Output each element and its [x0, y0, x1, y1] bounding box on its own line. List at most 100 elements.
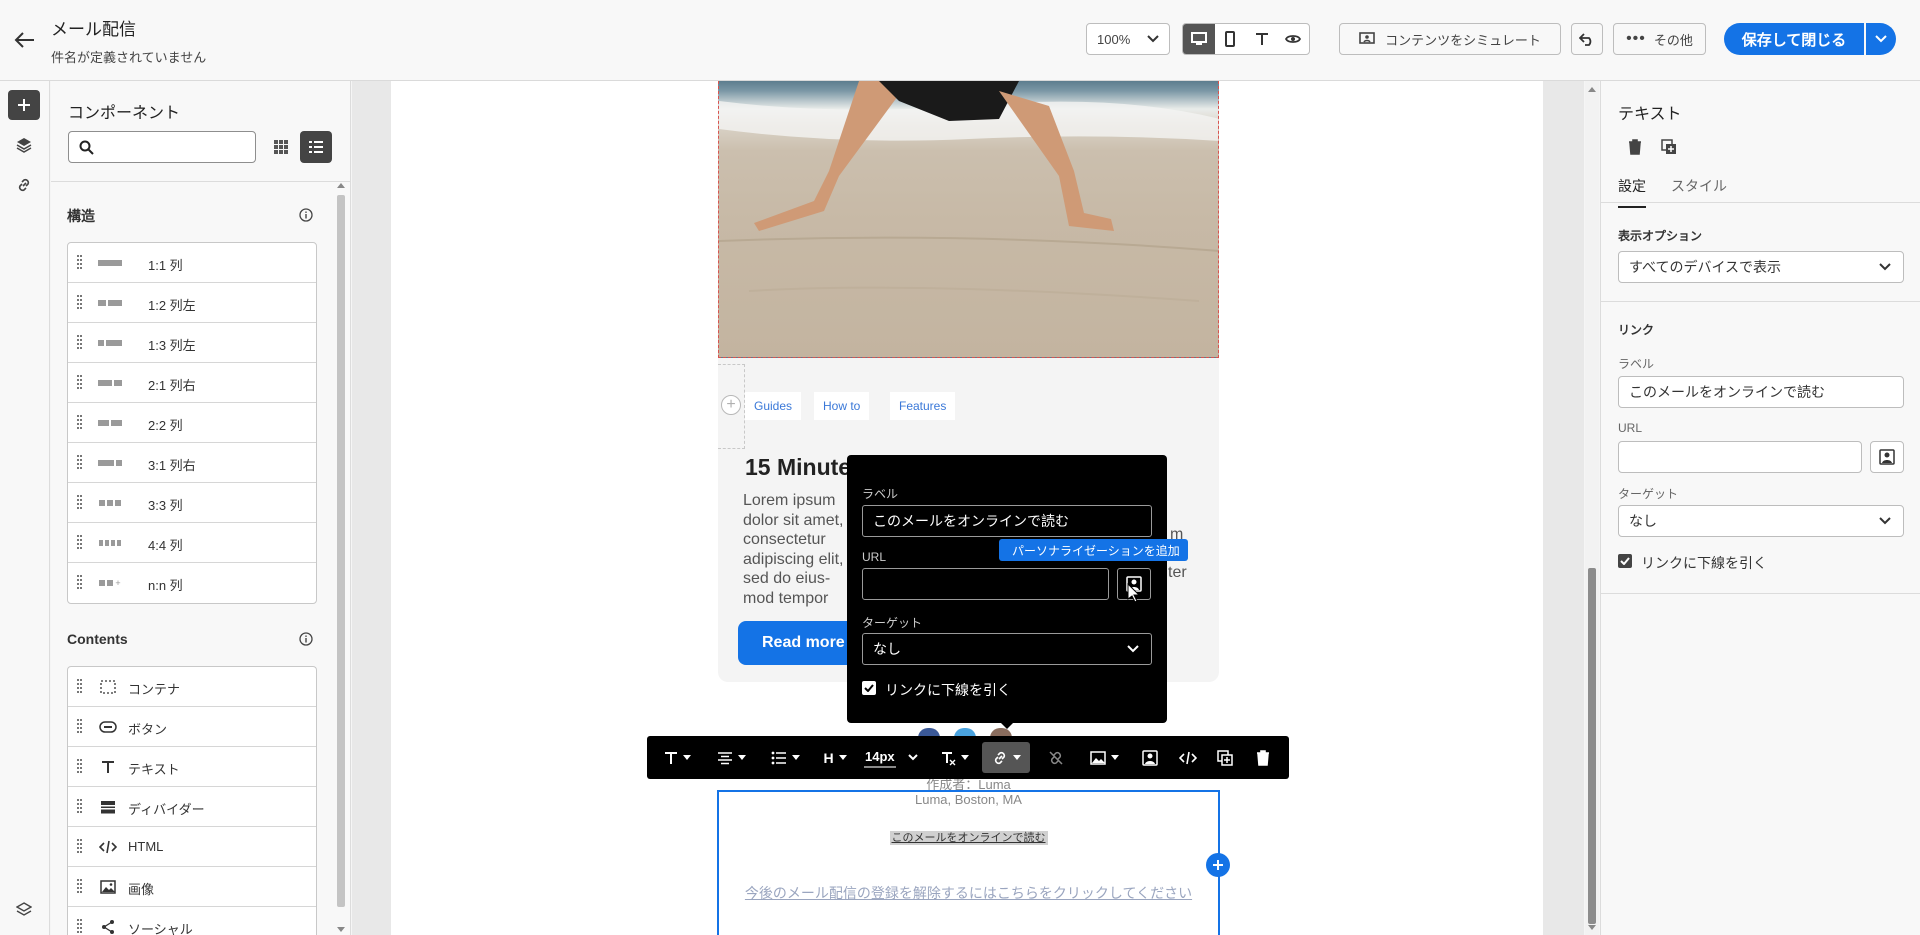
heading-menu[interactable]: H	[822, 736, 848, 779]
content-item-html[interactable]: HTML	[68, 827, 316, 867]
text-view-button[interactable]	[1246, 24, 1278, 54]
tag-guides[interactable]: Guides	[745, 392, 802, 420]
drag-handle-icon[interactable]	[77, 575, 83, 591]
structure-item[interactable]: 2:1 列右	[68, 363, 316, 403]
bottom-rail-button[interactable]	[8, 895, 40, 925]
drag-handle-icon[interactable]	[77, 839, 83, 855]
duplicate-component-button[interactable]	[1658, 136, 1680, 158]
undo-button[interactable]	[1571, 23, 1603, 55]
drag-handle-icon[interactable]	[77, 335, 83, 351]
structure-item[interactable]: 4:4 列	[68, 523, 316, 563]
structure-item[interactable]: 3:3 列	[68, 483, 316, 523]
popover-url-input[interactable]	[862, 568, 1109, 600]
clear-format-menu[interactable]	[936, 736, 972, 779]
drag-handle-icon[interactable]	[77, 879, 83, 895]
save-menu-button[interactable]	[1866, 23, 1896, 55]
structure-item[interactable]: 1:1 列	[68, 243, 316, 283]
font-size-select[interactable]: 14px	[864, 736, 924, 779]
panel-scrollbar[interactable]	[335, 181, 347, 935]
content-item-container[interactable]: コンテナ	[68, 667, 316, 707]
drag-handle-icon[interactable]	[77, 719, 83, 735]
tab-style[interactable]: スタイル	[1671, 176, 1727, 196]
plus-circle-icon[interactable]: +	[721, 395, 741, 415]
scroll-down-icon[interactable]	[337, 927, 345, 932]
content-item-image[interactable]: 画像	[68, 867, 316, 907]
list-view-button[interactable]	[300, 131, 332, 163]
link-url-input[interactable]	[1618, 441, 1862, 473]
unlink-button[interactable]	[1040, 736, 1072, 779]
drag-handle-icon[interactable]	[77, 799, 83, 815]
source-code-button[interactable]	[1172, 736, 1204, 779]
tag-features[interactable]: Features	[890, 392, 956, 420]
link-menu[interactable]	[982, 742, 1030, 773]
structure-item[interactable]: 2:2 列	[68, 403, 316, 443]
content-item-button[interactable]: ボタン	[68, 707, 316, 747]
tab-settings[interactable]: 設定	[1618, 176, 1646, 208]
drag-handle-icon[interactable]	[77, 759, 83, 775]
popover-target-select[interactable]: なし	[862, 633, 1152, 665]
text-style-menu[interactable]	[659, 736, 695, 779]
structure-item[interactable]: + n:n 列	[68, 563, 316, 603]
drag-handle-icon[interactable]	[77, 535, 83, 551]
link-target-select[interactable]: なし	[1618, 505, 1904, 537]
desktop-view-button[interactable]	[1183, 24, 1215, 54]
panel-scroll-thumb[interactable]	[337, 195, 345, 907]
display-options-select[interactable]: すべてのデバイスで表示	[1618, 251, 1904, 283]
online-view-link-text[interactable]: このメールをオンラインで読む	[889, 831, 1048, 845]
popover-label-input[interactable]: このメールをオンラインで読む	[862, 505, 1152, 537]
drag-handle-icon[interactable]	[77, 495, 83, 511]
unsubscribe-link[interactable]: 今後のメール配信の登録を解除するにはこちらをクリックしてください	[718, 883, 1219, 903]
online-view-link[interactable]: このメールをオンラインで読む	[718, 828, 1219, 845]
back-arrow-icon[interactable]	[14, 30, 36, 50]
canvas-scrollbar[interactable]	[1585, 81, 1599, 935]
canvas-scroll-thumb[interactable]	[1588, 568, 1596, 924]
personalize-button[interactable]	[1134, 736, 1166, 779]
list-menu[interactable]	[767, 736, 803, 779]
layers-button[interactable]	[8, 130, 40, 160]
drag-handle-icon[interactable]	[77, 919, 83, 935]
drag-handle-icon[interactable]	[77, 455, 83, 471]
info-icon[interactable]	[299, 208, 313, 222]
drag-handle-icon[interactable]	[77, 375, 83, 391]
article-body[interactable]: Lorem ipsum dolor sit amet, consectetur …	[743, 491, 853, 608]
component-search[interactable]	[68, 131, 256, 163]
content-item-divider[interactable]: ディバイダー	[68, 787, 316, 827]
structure-item[interactable]: 1:3 列左	[68, 323, 316, 363]
delete-component-button[interactable]	[1624, 136, 1646, 158]
content-item-text[interactable]: テキスト	[68, 747, 316, 787]
more-button[interactable]: ••• その他	[1613, 23, 1706, 55]
add-components-button[interactable]	[8, 90, 40, 120]
links-button[interactable]	[8, 170, 40, 200]
link-label-input[interactable]: このメールをオンラインで読む	[1618, 376, 1904, 408]
delete-button[interactable]	[1247, 736, 1279, 779]
drag-handle-icon[interactable]	[77, 415, 83, 431]
scroll-up-icon[interactable]	[337, 183, 345, 188]
hero-image[interactable]	[718, 81, 1219, 358]
simulate-content-button[interactable]: コンテンツをシミュレート	[1339, 23, 1561, 55]
tag-how-to[interactable]: How to	[814, 392, 870, 420]
info-icon[interactable]	[299, 632, 313, 646]
grid-view-button[interactable]	[265, 131, 297, 163]
structure-item[interactable]: 1:2 列左	[68, 283, 316, 323]
duplicate-button[interactable]	[1209, 736, 1241, 779]
drag-handle-icon[interactable]	[77, 679, 83, 695]
structure-item[interactable]: 3:1 列右	[68, 443, 316, 483]
search-input[interactable]	[101, 136, 251, 158]
preview-button[interactable]	[1278, 24, 1310, 54]
add-block-button[interactable]	[1206, 853, 1230, 877]
read-more-button[interactable]: Read more	[738, 621, 858, 665]
zoom-select[interactable]: 100%	[1086, 23, 1170, 55]
save-close-button[interactable]: 保存して閉じる	[1724, 23, 1864, 55]
popover-underline-checkbox[interactable]	[862, 681, 876, 695]
mobile-view-button[interactable]	[1215, 24, 1247, 54]
block-add-zone[interactable]: +	[718, 364, 745, 449]
scroll-down-icon[interactable]	[1588, 925, 1596, 930]
content-item-social[interactable]: ソーシャル	[68, 907, 316, 935]
drag-handle-icon[interactable]	[77, 295, 83, 311]
scroll-up-icon[interactable]	[1588, 87, 1596, 92]
align-menu[interactable]	[713, 736, 749, 779]
underline-checkbox[interactable]	[1618, 554, 1632, 568]
article-heading[interactable]: 15 Minute	[745, 454, 851, 481]
image-menu[interactable]	[1084, 736, 1124, 779]
url-personalization-button[interactable]	[1870, 441, 1904, 473]
